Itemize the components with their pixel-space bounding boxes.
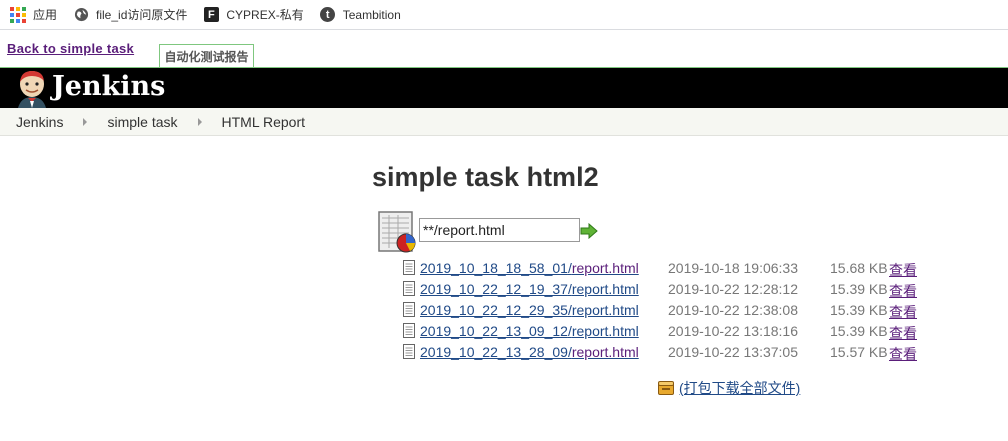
- jenkins-butler-icon[interactable]: [13, 68, 51, 108]
- file-link[interactable]: 2019_10_22_12_19_37/report.html: [420, 281, 639, 297]
- file-link[interactable]: 2019_10_22_13_28_09/report.html: [420, 344, 639, 360]
- bookmark-label: Teambition: [342, 7, 401, 22]
- bookmark-teambition[interactable]: t Teambition: [320, 0, 401, 30]
- file-date: 2019-10-18 19:06:33: [668, 260, 798, 276]
- document-icon: [403, 302, 415, 317]
- report-tabs-row: Back to simple task 自动化测试报告: [0, 31, 1008, 68]
- file-link[interactable]: 2019_10_22_13_09_12/report.html: [420, 323, 639, 339]
- file-size: 15.57 KB: [830, 344, 888, 360]
- document-icon: [403, 344, 415, 359]
- file-size: 15.39 KB: [830, 302, 888, 318]
- bookmark-label: 应用: [33, 8, 58, 22]
- jenkins-header: Jenkins: [0, 68, 1008, 108]
- document-icon: [403, 260, 415, 275]
- list-item: 2019_10_22_12_29_35/report.html 2019-10-…: [400, 300, 930, 321]
- bookmark-cyprex[interactable]: F CYPREX-私有: [203, 0, 304, 30]
- breadcrumb: Jenkins simple task HTML Report: [0, 108, 1008, 136]
- t-logo-icon: t: [320, 7, 336, 23]
- tab-report[interactable]: 自动化测试报告: [159, 44, 254, 68]
- spreadsheet-chart-icon: [378, 211, 416, 253]
- bookmark-file-id[interactable]: file_id访问原文件: [73, 0, 187, 30]
- bookmark-label: file_id访问原文件: [96, 8, 188, 22]
- breadcrumb-jenkins[interactable]: Jenkins: [16, 114, 63, 130]
- globe-icon: [73, 7, 89, 23]
- download-all-link[interactable]: (打包下载全部文件): [679, 378, 800, 398]
- breadcrumb-html-report[interactable]: HTML Report: [222, 114, 306, 130]
- view-link[interactable]: 查看: [889, 260, 917, 280]
- bookmarks-bar: 应用 file_id访问原文件 F CYPREX-私有 t Teambition: [0, 0, 1008, 30]
- file-size: 15.39 KB: [830, 323, 888, 339]
- f-logo-icon: F: [203, 7, 219, 23]
- back-to-task-link[interactable]: Back to simple task: [7, 41, 134, 56]
- file-date: 2019-10-22 13:18:16: [668, 323, 798, 339]
- file-link[interactable]: 2019_10_18_18_58_01/report.html: [420, 260, 639, 276]
- list-item: 2019_10_22_13_28_09/report.html 2019-10-…: [400, 342, 930, 363]
- view-link[interactable]: 查看: [889, 323, 917, 343]
- file-link[interactable]: 2019_10_22_12_29_35/report.html: [420, 302, 639, 318]
- bookmark-apps[interactable]: 应用: [10, 0, 57, 30]
- file-date: 2019-10-22 12:28:12: [668, 281, 798, 297]
- document-icon: [403, 323, 415, 338]
- file-size: 15.68 KB: [830, 260, 888, 276]
- list-item: 2019_10_22_13_09_12/report.html 2019-10-…: [400, 321, 930, 342]
- file-filter-input[interactable]: [419, 218, 580, 242]
- view-link[interactable]: 查看: [889, 302, 917, 322]
- go-arrow-icon[interactable]: [580, 223, 598, 239]
- bookmark-label: CYPREX-私有: [226, 8, 304, 22]
- file-size: 15.39 KB: [830, 281, 888, 297]
- file-date: 2019-10-22 12:38:08: [668, 302, 798, 318]
- breadcrumb-separator-icon[interactable]: [83, 117, 88, 126]
- view-link[interactable]: 查看: [889, 281, 917, 301]
- package-icon: [658, 381, 674, 395]
- list-item: 2019_10_18_18_58_01/report.html 2019-10-…: [400, 258, 930, 279]
- page-title: simple task html2: [372, 162, 599, 192]
- document-icon: [403, 281, 415, 296]
- jenkins-logo-text[interactable]: Jenkins: [52, 71, 165, 102]
- apps-grid-icon: [10, 6, 26, 23]
- view-link[interactable]: 查看: [889, 344, 917, 364]
- breadcrumb-separator-icon[interactable]: [197, 117, 202, 126]
- file-list: 2019_10_18_18_58_01/report.html 2019-10-…: [400, 258, 930, 363]
- list-item: 2019_10_22_12_19_37/report.html 2019-10-…: [400, 279, 930, 300]
- breadcrumb-simple-task[interactable]: simple task: [107, 114, 177, 130]
- file-date: 2019-10-22 13:37:05: [668, 344, 798, 360]
- download-all-zip[interactable]: (打包下载全部文件): [658, 378, 800, 398]
